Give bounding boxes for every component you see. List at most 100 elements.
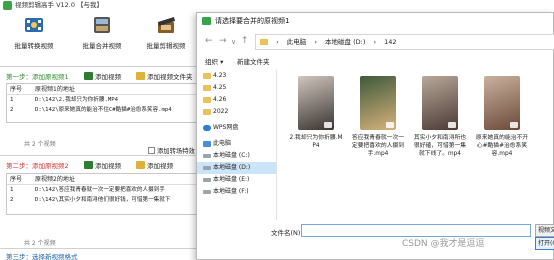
row-no: 1: [10, 187, 14, 193]
step2-title: 第二步：添加原视频2: [6, 162, 69, 170]
step3-title: 第三步：选择新视频格式: [6, 253, 78, 260]
video-file-icon: [386, 122, 394, 128]
add-video-icon: [84, 72, 93, 80]
col-path: 原视频1的地址: [35, 86, 75, 93]
file-open-dialog: 请选择要合并的原视频1 ← → ∨ ↑ › 此电脑 › 本地磁盘 (D:) › …: [196, 12, 554, 260]
video-thumbnail: [484, 76, 520, 130]
up-arrow-icon[interactable]: ↑: [241, 36, 249, 46]
table-row[interactable]: 2 D:\142\其实小夕和南浔他们很好钱，可惜第一集就下: [7, 195, 205, 205]
step2-add-video-button[interactable]: 添加视频: [84, 160, 121, 170]
step1-add-video-label: 添加视频: [95, 73, 121, 81]
app-titlebar: 视频剪辑高手 V12.0 【与我】: [0, 0, 210, 11]
step2-add-video-label: 添加视频: [95, 162, 121, 170]
breadcrumb-sep-icon: ›: [314, 38, 317, 46]
row-path: D:\142\其实小夕和南浔他们很好钱，可惜第一集就下: [35, 197, 171, 203]
table-row[interactable]: 1 D:\142\答应我青春就一次一定要把喜欢的人摄到手: [7, 185, 205, 195]
file-type-filter[interactable]: 视频文件: [535, 224, 554, 237]
batch-edit-button[interactable]: 批量剪辑视频: [136, 14, 196, 50]
folder-icon: [203, 109, 211, 115]
tree-item-2022[interactable]: 2022: [197, 106, 276, 118]
toolbar-divider: [0, 66, 210, 67]
computer-icon: [203, 141, 211, 147]
table-row[interactable]: 1 D:\142\2.我却只为你折腰.MP4: [7, 95, 205, 105]
tree-item-label: 此电脑: [213, 140, 232, 147]
film-convert-icon: [25, 18, 43, 32]
tree-item-drive-c[interactable]: 本地磁盘 (C:): [197, 150, 276, 162]
breadcrumb-item[interactable]: 此电脑: [287, 38, 307, 46]
step2-add-folder-label: 添加视频: [147, 162, 173, 170]
tree-item-drive-e[interactable]: 本地磁盘 (E:): [197, 174, 276, 186]
tree-item-label: 4.26: [213, 96, 227, 103]
batch-merge-button[interactable]: 批量合并视频: [72, 14, 132, 50]
tree-item-label: 本地磁盘 (D:): [213, 164, 251, 171]
tree-item-label: 本地磁盘 (E:): [213, 176, 250, 183]
batch-edit-label: 批量剪辑视频: [146, 42, 186, 50]
breadcrumb-item[interactable]: 本地磁盘 (D:): [325, 38, 365, 46]
row-path: D:\142\答应我青春就一次一定要把喜欢的人摄到手: [35, 187, 165, 193]
checkbox-box: [148, 147, 155, 154]
section-divider: [0, 248, 210, 249]
tree-item-label: 4.23: [213, 72, 227, 79]
back-arrow-icon[interactable]: ←: [205, 36, 213, 46]
row-no: 2: [10, 107, 14, 113]
dialog-title: 请选择要合并的原视频1: [215, 17, 290, 25]
file-name: 答应我青春就一次一定要把喜欢的人摄到手.mp4: [351, 135, 405, 157]
batch-convert-button[interactable]: 批量转换视频: [4, 14, 64, 50]
transition-effect-checkbox[interactable]: 添加转场特效: [148, 146, 195, 155]
step1-video-table[interactable]: 序号 原视频1的地址 1 D:\142\2.我却只为你折腰.MP4 2 D:\1…: [6, 83, 206, 123]
tree-item-drive-d[interactable]: 本地磁盘 (D:): [197, 162, 276, 174]
row-no: 1: [10, 97, 14, 103]
table-header: 序号 原视频2的地址: [7, 174, 205, 185]
breadcrumb-sep-icon: ›: [373, 38, 377, 46]
row-path: D:\142\原来她真的能治不住C#酷猫#治愈系笑容.mp4: [35, 107, 172, 113]
tree-item-4-25[interactable]: 4.25: [197, 82, 276, 94]
table-row[interactable]: 2 D:\142\原来她真的能治不住C#酷猫#治愈系笑容.mp4: [7, 105, 205, 115]
add-video-icon: [84, 161, 93, 169]
app-title: 视频剪辑高手 V12.0 【与我】: [15, 1, 104, 9]
file-item[interactable]: 答应我青春就一次一定要把喜欢的人摄到手.mp4: [351, 76, 405, 158]
recent-dropdown-icon[interactable]: ∨: [231, 38, 236, 46]
file-item[interactable]: 2.我却只为你折腰.MP4: [289, 76, 343, 150]
video-thumbnail: [422, 76, 458, 130]
new-folder-button[interactable]: 新建文件夹: [237, 56, 270, 66]
video-thumbnail: [360, 76, 396, 130]
batch-merge-label: 批量合并视频: [82, 42, 122, 50]
file-list[interactable]: 2.我却只为你折腰.MP4 答应我青春就一次一定要把喜欢的人摄到手.mp4 其实…: [281, 70, 554, 220]
dialog-nav-bar: ← → ∨ ↑ › 此电脑 › 本地磁盘 (D:) › 142: [197, 33, 554, 53]
drive-icon: [203, 154, 211, 158]
open-button[interactable]: 打开(O): [535, 237, 554, 250]
forward-arrow-icon[interactable]: →: [219, 36, 227, 46]
file-item[interactable]: 其实小夕和南浔所也很好磕，可惜第一集就下线了。mp4: [413, 76, 467, 158]
tree-item-wps-drive[interactable]: WPS网盘: [197, 122, 276, 134]
file-name: 2.我却只为你折腰.MP4: [289, 135, 343, 149]
file-item[interactable]: 原来她真的能治不开心#酷猫#治愈系笑容.mp4: [475, 76, 529, 158]
address-bar[interactable]: › 此电脑 › 本地磁盘 (D:) › 142: [255, 34, 554, 50]
tree-item-label: 2022: [213, 108, 229, 115]
dialog-command-bar: 组织 ▾ 新建文件夹: [197, 54, 553, 68]
file-name: 原来她真的能治不开心#酷猫#治愈系笑容.mp4: [475, 135, 529, 157]
filename-row: 文件名(N): 视频文件: [197, 223, 554, 241]
add-folder-icon: [136, 72, 145, 80]
tree-item-this-pc[interactable]: 此电脑: [197, 138, 276, 150]
drive-icon: [203, 190, 211, 194]
folder-icon: [203, 97, 211, 103]
navigation-pane[interactable]: 4.23 4.25 4.26 2022 WPS网盘 此电脑 本地磁盘 (C:) …: [197, 70, 277, 220]
tree-item-4-26[interactable]: 4.26: [197, 94, 276, 106]
step2-count: 共 2 个视频: [24, 240, 56, 247]
tree-item-4-23[interactable]: 4.23: [197, 70, 276, 82]
step2-add-folder-button[interactable]: 添加视频: [136, 160, 173, 170]
video-file-icon: [324, 122, 332, 128]
drive-icon: [203, 178, 211, 182]
section-divider: [0, 155, 210, 156]
step1-add-folder-button[interactable]: 添加视频文件夹: [136, 71, 193, 81]
tree-item-label: 本地磁盘 (F:): [213, 188, 249, 195]
tree-item-label: 4.25: [213, 84, 227, 91]
step1-add-video-button[interactable]: 添加视频: [84, 71, 121, 81]
tree-item-drive-f[interactable]: 本地磁盘 (F:): [197, 186, 276, 198]
video-file-icon: [510, 122, 518, 128]
organize-button[interactable]: 组织 ▾: [205, 56, 223, 66]
breadcrumb-item[interactable]: 142: [384, 38, 396, 46]
step2-video-table[interactable]: 序号 原视频2的地址 1 D:\142\答应我青春就一次一定要把喜欢的人摄到手 …: [6, 173, 206, 215]
filename-label: 文件名(N):: [271, 229, 303, 237]
film-merge-icon: [94, 17, 110, 33]
